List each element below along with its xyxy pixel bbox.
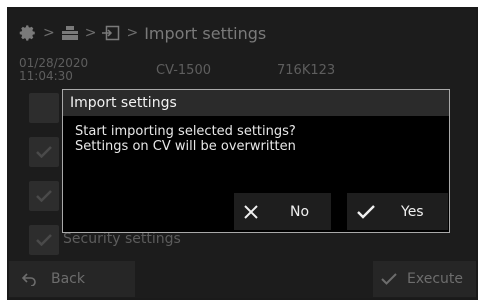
back-button-label: Back (51, 271, 85, 287)
checkbox[interactable] (29, 137, 59, 167)
import-icon[interactable] (102, 25, 120, 41)
breadcrumb-separator: > (84, 25, 97, 41)
no-button[interactable]: No (234, 193, 331, 230)
confirm-dialog: Import settings Start importing selected… (62, 89, 450, 233)
page-title: Import settings (144, 23, 267, 43)
breadcrumb-separator: > (43, 25, 55, 41)
check-icon (357, 204, 381, 219)
check-icon (381, 273, 397, 285)
no-button-label: No (290, 203, 310, 220)
checkbox[interactable] (29, 225, 59, 255)
yes-button-label: Yes (401, 203, 424, 220)
time: 11:04:30 (19, 69, 73, 83)
execute-button-label: Execute (407, 271, 463, 287)
back-arrow-icon (21, 272, 37, 286)
breadcrumb-separator: > (126, 25, 139, 41)
device-screen-frame: > > > Import settings 01/28/2020 11:04:3… (7, 7, 478, 300)
dialog-message: Start importing selected settings? Setti… (75, 124, 296, 154)
datetime: 01/28/2020 11:04:30 (19, 57, 88, 83)
breadcrumb: > > > Import settings (19, 22, 266, 44)
checkbox[interactable] (29, 181, 59, 211)
screen: > > > Import settings 01/28/2020 11:04:3… (9, 9, 476, 298)
execute-button[interactable]: Execute (373, 261, 476, 297)
serial-number: 716K123 (277, 63, 336, 78)
list-item-label: Security settings (63, 231, 181, 247)
gear-icon[interactable] (19, 24, 37, 42)
back-button[interactable]: Back (9, 261, 135, 297)
model-number: CV-1500 (156, 63, 211, 78)
checkbox[interactable] (29, 93, 59, 123)
dialog-title: Import settings (63, 90, 449, 116)
yes-button[interactable]: Yes (347, 193, 448, 230)
close-icon (244, 204, 268, 219)
device-icon[interactable] (61, 25, 79, 41)
